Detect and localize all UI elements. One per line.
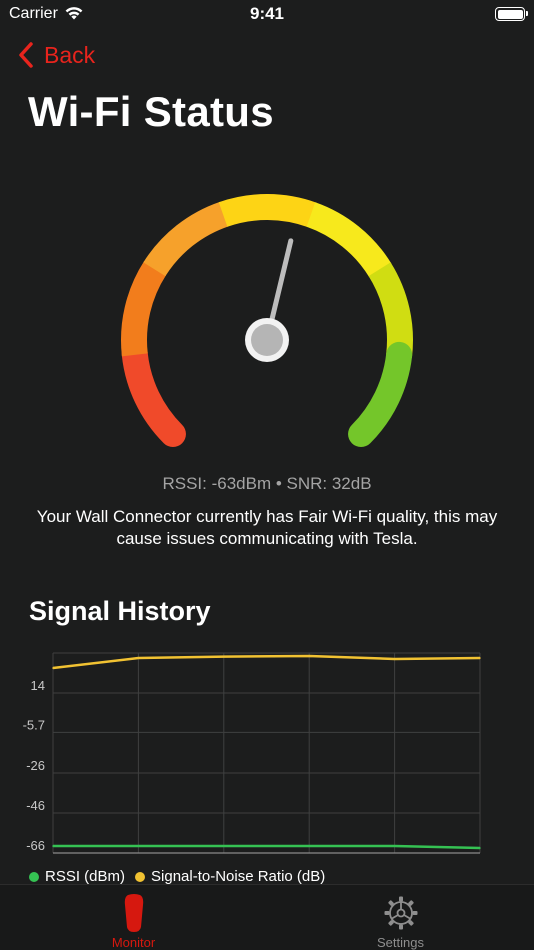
legend-dot-snr: [135, 871, 146, 882]
y-tick-label: 14: [31, 678, 45, 693]
wall-connector-icon: [124, 894, 143, 932]
signal-history-chart: 14 -5.7 -26 -46 -66: [23, 652, 481, 854]
tab-monitor[interactable]: Monitor: [0, 885, 267, 950]
data-point: [52, 845, 54, 847]
signal-stats: RSSI: -63dBm • SNR: 32dB: [162, 474, 372, 493]
data-point: [137, 657, 140, 659]
gauge-hub-inner: [251, 324, 283, 356]
data-point: [479, 847, 481, 849]
quality-message: Your Wall Connector currently has Fair W…: [36, 507, 498, 548]
y-tick-label: -5.7: [23, 717, 45, 732]
status-bar: Carrier 9:41: [0, 0, 534, 30]
data-point: [308, 655, 311, 657]
signal-history-title: Signal History: [29, 596, 211, 626]
series-line: [53, 844, 481, 850]
back-label: Back: [44, 41, 96, 68]
tab-monitor-label: Monitor: [111, 935, 156, 950]
tab-bar: Monitor Settings: [0, 884, 534, 950]
data-point: [479, 657, 481, 659]
legend-label-snr: Signal-to-Noise Ratio (dB): [151, 868, 326, 885]
page-title: Wi-Fi Status: [28, 88, 274, 135]
legend-label-rssi: RSSI (dBm): [45, 868, 126, 885]
data-point: [393, 845, 396, 847]
data-point: [308, 845, 311, 847]
gauge-segment: [143, 201, 229, 277]
gauge-segment: [121, 261, 167, 357]
data-point: [223, 655, 225, 658]
y-tick-label: -66: [26, 838, 45, 853]
chart-legend: RSSI (dBm) Signal-to-Noise Ratio (dB): [29, 868, 335, 885]
data-point: [223, 845, 225, 847]
series-line: [52, 654, 481, 670]
y-tick-label: -46: [26, 798, 45, 813]
y-tick-label: -26: [26, 758, 45, 773]
data-point: [52, 667, 54, 669]
legend-dot-rssi: [29, 871, 39, 882]
chevron-left-icon: [19, 42, 33, 68]
legend-item-snr: Signal-to-Noise Ratio (dB): [135, 868, 325, 885]
tab-settings[interactable]: Settings: [267, 885, 534, 950]
data-point: [393, 658, 396, 660]
gauge-segment: [348, 341, 413, 448]
gauge-segment: [218, 194, 317, 228]
legend-item-rssi: RSSI (dBm): [29, 868, 125, 885]
data-point: [137, 845, 140, 847]
tab-settings-label: Settings: [377, 935, 424, 950]
gear-icon: [384, 896, 417, 930]
wifi-gauge: [121, 194, 413, 448]
back-button[interactable]: Back: [14, 40, 95, 70]
gauge-segment: [306, 202, 392, 278]
battery-icon: [495, 7, 528, 21]
gauge-segment: [121, 340, 186, 448]
clock: 9:41: [249, 4, 285, 23]
